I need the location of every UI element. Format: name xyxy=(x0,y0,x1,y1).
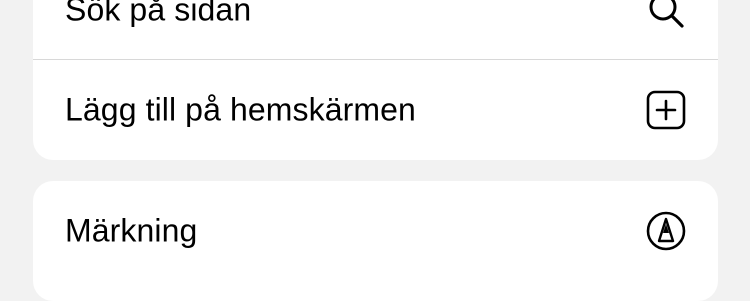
find-on-page-row[interactable]: Sök på sidan xyxy=(33,0,718,60)
menu-group-2: Märkning xyxy=(33,181,718,301)
markup-pen-icon xyxy=(646,211,686,251)
menu-group-1: Sök på sidan Lägg till på hemskärmen xyxy=(33,0,718,160)
add-to-home-screen-row[interactable]: Lägg till på hemskärmen xyxy=(33,60,718,160)
markup-label: Märkning xyxy=(65,212,198,249)
search-icon xyxy=(646,0,686,30)
find-on-page-label: Sök på sidan xyxy=(65,0,252,28)
add-to-home-screen-label: Lägg till på hemskärmen xyxy=(65,91,416,128)
add-square-icon xyxy=(646,90,686,130)
markup-row[interactable]: Märkning xyxy=(33,181,718,281)
